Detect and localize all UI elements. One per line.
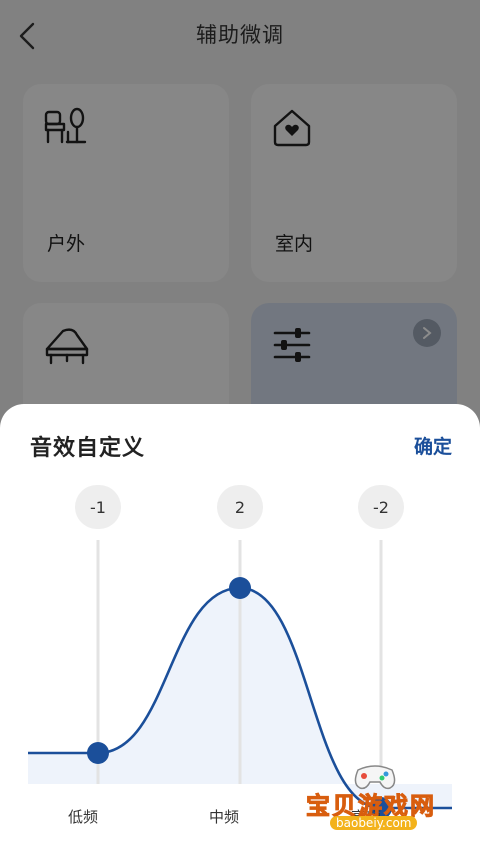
- band-knob-low[interactable]: [87, 742, 109, 764]
- band-label-mid: 中频: [208, 808, 239, 826]
- watermark-logo: 宝贝游戏网 baobeiy.com: [300, 760, 460, 840]
- band-knob-mid[interactable]: [229, 577, 251, 599]
- band-value-high: -2: [358, 485, 404, 529]
- watermark-url: baobeiy.com: [330, 816, 418, 830]
- band-value-low: -1: [75, 485, 121, 529]
- band-label-low: 低频: [67, 808, 98, 826]
- band-value-mid: 2: [217, 485, 263, 529]
